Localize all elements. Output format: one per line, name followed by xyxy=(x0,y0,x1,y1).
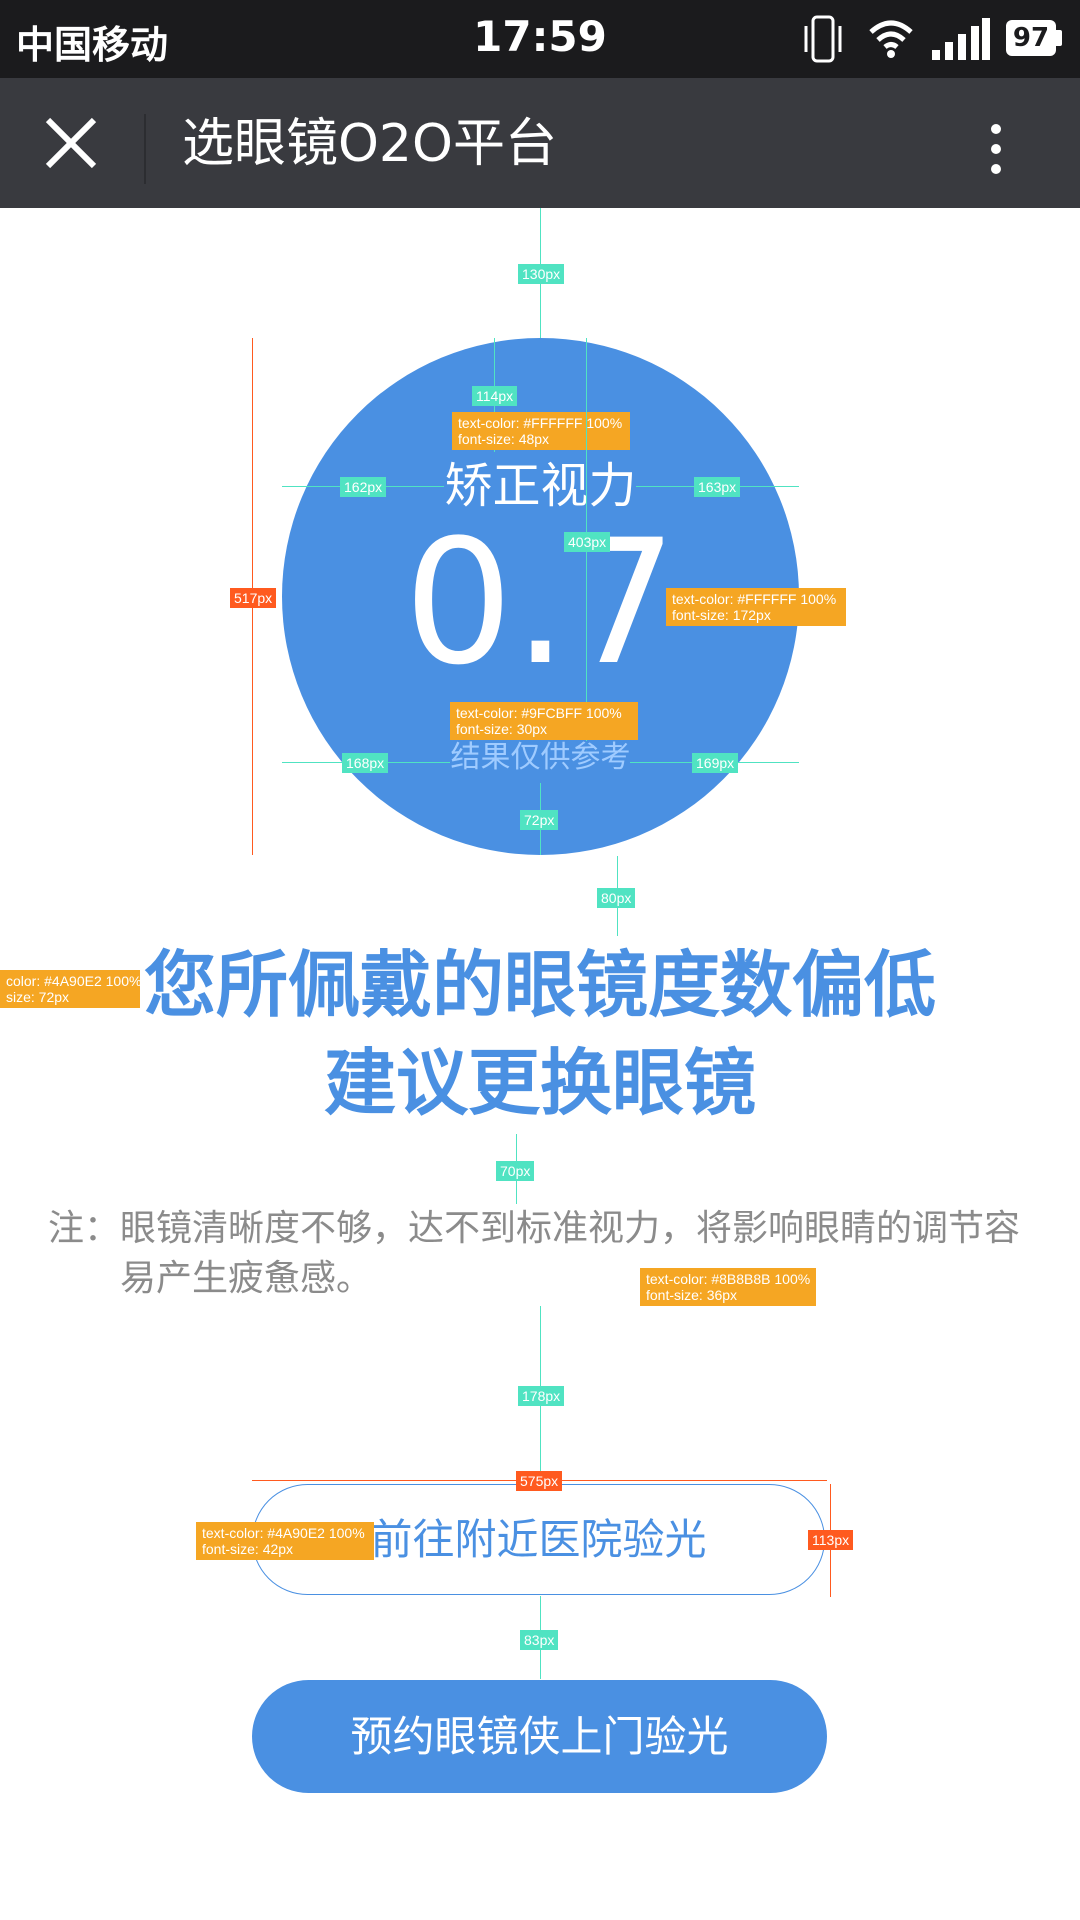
annotation-spacing-80: 80px xyxy=(597,888,636,908)
annotation-spec-note: text-color: #9FCBFF 100% font-size: 30px xyxy=(450,702,638,740)
annotation-spec-body: text-color: #8B8B8B 100% font-size: 36px xyxy=(640,1268,816,1306)
nav-bar: 选眼镜O2O平台 xyxy=(0,78,1080,208)
annotation-size-113: 113px xyxy=(808,1530,854,1550)
annotation-spec-headline: color: #4A90E2 100% size: 72px xyxy=(0,970,141,1008)
annotation-spacing-83: 83px xyxy=(520,1630,559,1650)
annotation-spacing-403: 403px xyxy=(564,532,611,552)
home-optometry-button[interactable]: 预约眼镜侠上门验光 xyxy=(252,1680,827,1793)
wifi-icon xyxy=(869,20,913,58)
nav-divider xyxy=(144,114,146,184)
annotation-spec-value: text-color: #FFFFFF 100% font-size: 172p… xyxy=(666,588,846,626)
close-icon[interactable] xyxy=(36,114,106,174)
annotation-spacing-162: 162px xyxy=(340,477,387,497)
annotation-spec-button: text-color: #4A90E2 100% font-size: 42px xyxy=(196,1522,374,1560)
annotation-spacing-70: 70px xyxy=(496,1161,535,1181)
status-bar: 中国移动 17:59 97 xyxy=(0,0,1080,78)
annotation-spacing-178: 178px xyxy=(518,1386,565,1406)
more-vertical-icon[interactable] xyxy=(976,114,1016,184)
battery-icon: 97 xyxy=(1006,20,1064,56)
annotation-spacing-163: 163px xyxy=(694,477,741,497)
note-prefix: 注： xyxy=(48,1208,121,1249)
status-time: 17:59 xyxy=(473,12,607,61)
battery-level: 97 xyxy=(1012,23,1050,53)
annotation-spacing-130: 130px xyxy=(518,264,565,284)
note-text: 眼镜清晰度不够，达不到标准视力，将影响眼睛的调节容易产生疲惫感。 xyxy=(120,1208,1021,1299)
page-title: 选眼镜O2O平台 xyxy=(182,114,557,174)
annotation-spacing-72: 72px xyxy=(520,810,559,830)
annotation-spacing-114: 114px xyxy=(472,386,518,406)
vibrate-icon xyxy=(804,15,842,63)
signal-icon xyxy=(932,18,990,60)
annotation-size-575: 575px xyxy=(516,1471,563,1491)
annotation-spec-label: text-color: #FFFFFF 100% font-size: 48px xyxy=(452,412,630,450)
headline-line-2: 建议更换眼镜 xyxy=(323,1041,756,1125)
headline-line-1: 您所佩戴的眼镜度数偏低 xyxy=(143,943,936,1027)
annotation-spacing-168: 168px xyxy=(342,753,389,773)
annotation-size-517: 517px xyxy=(230,588,277,608)
annotation-spacing-169: 169px xyxy=(692,753,739,773)
